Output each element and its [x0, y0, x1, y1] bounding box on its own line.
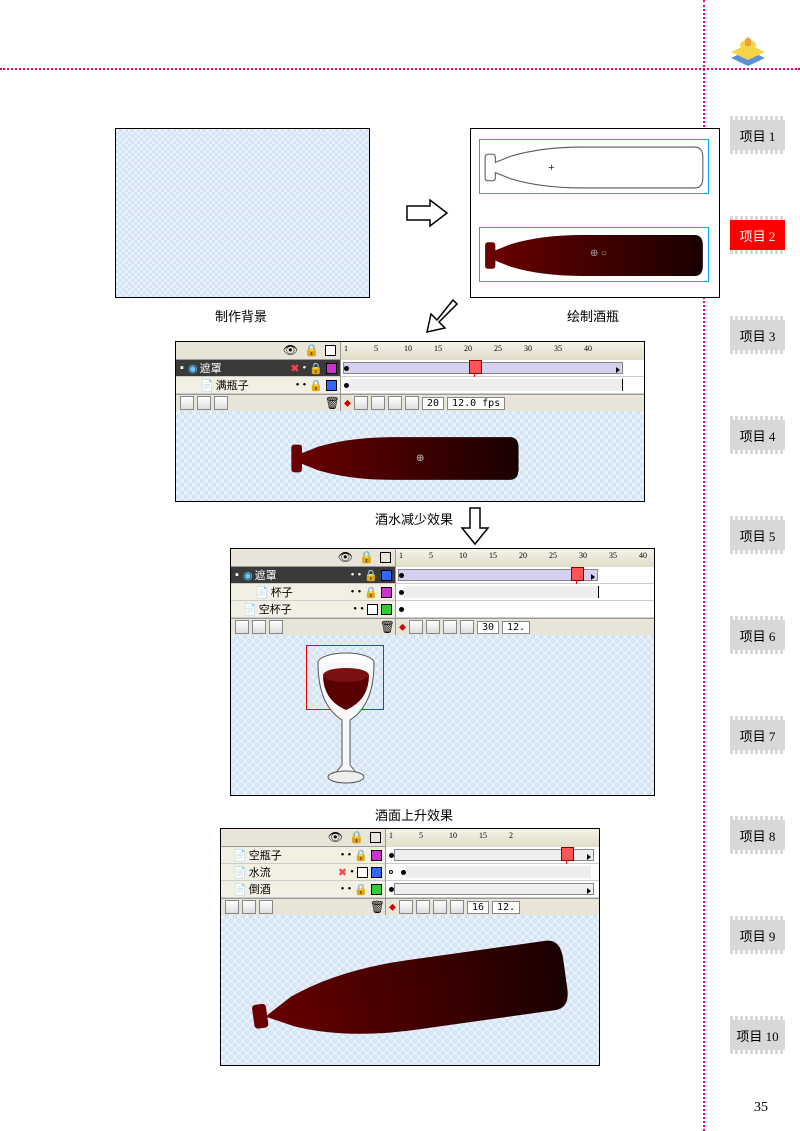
- fps-display: 12.0 fps: [447, 397, 505, 410]
- add-layer-button[interactable]: [180, 396, 194, 410]
- layer-cup[interactable]: 📄 杯子 ••🔒: [231, 584, 395, 601]
- project-tab[interactable]: 项目 4: [730, 420, 785, 450]
- trash-icon[interactable]: 🗑: [325, 396, 340, 411]
- project-tab[interactable]: 项目 10: [730, 1020, 785, 1050]
- project-tab[interactable]: 项目 1: [730, 120, 785, 150]
- add-guide-button[interactable]: [197, 396, 211, 410]
- arrow-down-icon: [460, 506, 490, 546]
- fig4-caption: 酒面上升效果: [375, 805, 453, 824]
- outline-toggle[interactable]: [380, 552, 391, 563]
- timeline-track[interactable]: [341, 377, 644, 394]
- project-tab[interactable]: 项目 9: [730, 920, 785, 950]
- layer-mask[interactable]: ▪ ◉ 遮罩 ✖ • 🔒: [176, 360, 340, 377]
- layer-empty-cup[interactable]: 📄 空杯子 ••: [231, 601, 395, 618]
- layer-empty-bottle[interactable]: 📄 空瓶子 ••🔒: [221, 847, 385, 864]
- eye-icon[interactable]: 👁: [338, 550, 353, 565]
- guide-top: [0, 68, 800, 70]
- project-tab[interactable]: 项目 5: [730, 520, 785, 550]
- timeline-track[interactable]: [341, 360, 644, 377]
- trash-icon[interactable]: 🗑: [380, 620, 395, 635]
- project-tab[interactable]: 项目 3: [730, 320, 785, 350]
- lock-icon[interactable]: 🔒: [304, 343, 319, 358]
- book-icon: [723, 30, 773, 80]
- timeline-panel-wine-decrease: 👁 🔒 ▪ ◉ 遮罩 ✖ • 🔒 📄 满瓶子 •: [175, 341, 645, 502]
- lock-icon[interactable]: 🔒: [359, 550, 374, 565]
- timeline-panel-pour: 👁 🔒 📄 空瓶子 ••🔒 📄 水流 ✖•: [220, 828, 600, 1066]
- page-number: 35: [754, 1100, 768, 1116]
- layer-full-bottle[interactable]: 📄 满瓶子 • • 🔒: [176, 377, 340, 394]
- project-tabs-sidebar: 项目 1 项目 2 项目 3 项目 4 项目 5 项目 6 项目 7 项目 8 项目 9 项目 1…: [730, 120, 785, 1120]
- current-frame: 20: [422, 397, 444, 410]
- arrow-right-icon: [405, 198, 450, 228]
- eye-icon[interactable]: 👁: [328, 830, 343, 845]
- eye-icon[interactable]: 👁: [283, 343, 298, 358]
- outline-toggle[interactable]: [370, 832, 381, 843]
- fig3-caption: 酒水减少效果: [375, 509, 453, 528]
- trash-icon[interactable]: 🗑: [370, 900, 385, 915]
- figure-bottle-panel: + ⊕ ○: [470, 128, 720, 298]
- project-tab[interactable]: 项目 6: [730, 620, 785, 650]
- fig1-caption: 制作背景: [215, 306, 267, 325]
- project-tab[interactable]: 项目 7: [730, 720, 785, 750]
- figure-background-panel: [115, 128, 370, 298]
- project-tab[interactable]: 项目 2: [730, 220, 785, 250]
- timeline-panel-wine-rise: 👁 🔒 ▪◉ 遮罩 ••🔒 📄 杯子 ••🔒 📄: [230, 548, 655, 796]
- add-folder-button[interactable]: [214, 396, 228, 410]
- outline-toggle[interactable]: [325, 345, 336, 356]
- arrow-downleft-icon: [425, 298, 460, 338]
- layer-pour-wine[interactable]: 📄 倒酒 ••🔒: [221, 881, 385, 898]
- layer-water-flow[interactable]: 📄 水流 ✖•: [221, 864, 385, 881]
- layer-mask[interactable]: ▪◉ 遮罩 ••🔒: [231, 567, 395, 584]
- lock-icon[interactable]: 🔒: [349, 830, 364, 845]
- project-tab[interactable]: 项目 8: [730, 820, 785, 850]
- fig2-caption: 绘制酒瓶: [567, 306, 619, 325]
